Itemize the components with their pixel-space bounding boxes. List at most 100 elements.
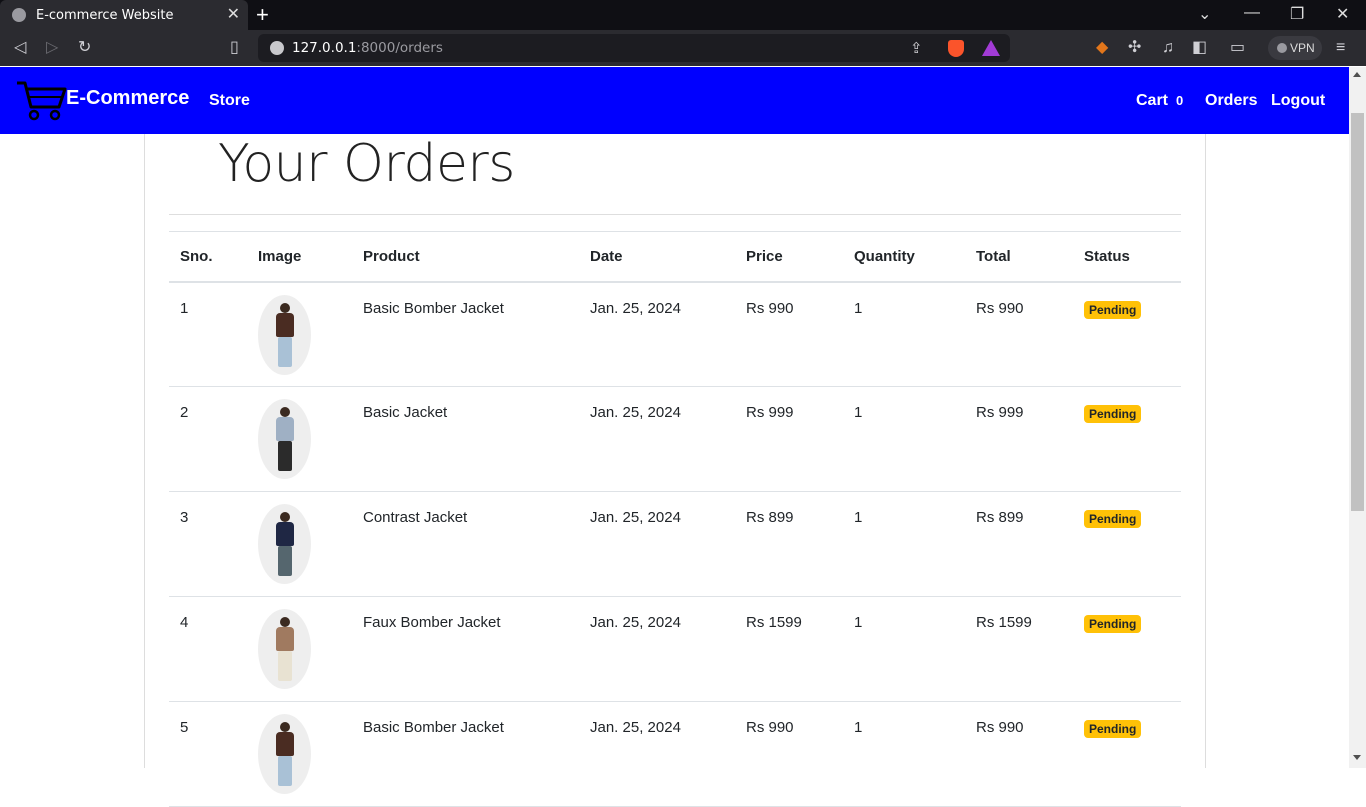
window-close-icon[interactable]: ✕ bbox=[1336, 4, 1349, 24]
tab-list-chevron-icon[interactable]: ⌄ bbox=[1198, 4, 1211, 24]
status-badge: Pending bbox=[1084, 510, 1142, 528]
cell-price: Rs 990 bbox=[735, 281, 843, 387]
column-header: Price bbox=[735, 231, 843, 283]
nav-store-link[interactable]: Store bbox=[209, 92, 250, 110]
site-info-icon[interactable] bbox=[270, 41, 284, 55]
nav-cart-link[interactable]: Cart 0 bbox=[1136, 92, 1183, 110]
cell-date: Jan. 25, 2024 bbox=[579, 386, 735, 492]
cell-status: Pending bbox=[1073, 491, 1181, 597]
cell-price: Rs 990 bbox=[735, 701, 843, 807]
cell-status: Pending bbox=[1073, 386, 1181, 492]
scrollbar-thumb[interactable] bbox=[1351, 113, 1364, 511]
product-image[interactable] bbox=[258, 504, 311, 584]
browser-toolbar: ◁ ▷ ↻ ▯ 127.0.0.1:8000/orders ⇪ ◆ ✣ ♫ ◧ … bbox=[0, 30, 1366, 66]
page-title: Your Orders bbox=[218, 134, 515, 194]
figure-pants bbox=[278, 651, 292, 681]
cell-status: Pending bbox=[1073, 596, 1181, 702]
figure-head bbox=[280, 302, 290, 313]
cell-quantity: 1 bbox=[843, 281, 965, 387]
cell-sno: 5 bbox=[169, 701, 247, 807]
figure-head bbox=[280, 407, 290, 417]
restore-icon[interactable]: ❐ bbox=[1290, 4, 1304, 24]
status-badge: Pending bbox=[1084, 405, 1142, 423]
tab-close-icon[interactable]: ✕ bbox=[227, 6, 240, 24]
new-tab-icon[interactable]: + bbox=[256, 2, 269, 28]
nav-logout-link[interactable]: Logout bbox=[1271, 92, 1325, 110]
cell-date: Jan. 25, 2024 bbox=[579, 596, 735, 702]
wallet-icon[interactable]: ▭ bbox=[1230, 38, 1245, 58]
cell-price: Rs 999 bbox=[735, 386, 843, 492]
product-image[interactable] bbox=[258, 294, 311, 375]
cell-total: Rs 990 bbox=[965, 281, 1073, 387]
bookmark-icon[interactable]: ▯ bbox=[230, 38, 239, 58]
cell-product: Basic Jacket bbox=[352, 386, 579, 492]
cell-status: Pending bbox=[1073, 281, 1181, 387]
globe-icon bbox=[12, 8, 26, 22]
cell-total: Rs 990 bbox=[965, 701, 1073, 807]
media-icon[interactable]: ♫ bbox=[1162, 38, 1174, 58]
table-row: 1 Basic Bomber Jacket Jan. 25, 2024 Rs 990 1… bbox=[169, 281, 1181, 387]
figure-pants bbox=[278, 546, 292, 576]
scroll-up-arrow-icon[interactable] bbox=[1353, 72, 1361, 77]
figure-head bbox=[280, 722, 290, 732]
cell-sno: 2 bbox=[169, 386, 247, 492]
cell-sno: 3 bbox=[169, 491, 247, 597]
brand-name[interactable]: E-Commerce bbox=[66, 87, 189, 110]
cell-image bbox=[247, 386, 352, 492]
column-header: Total bbox=[965, 231, 1073, 283]
scroll-down-arrow-icon[interactable] bbox=[1353, 755, 1361, 760]
status-badge: Pending bbox=[1084, 720, 1142, 738]
cell-image bbox=[247, 701, 352, 807]
metamask-icon[interactable]: ◆ bbox=[1096, 38, 1108, 58]
column-header: Sno. bbox=[169, 231, 247, 283]
cell-product: Basic Bomber Jacket bbox=[352, 701, 579, 807]
cell-quantity: 1 bbox=[843, 596, 965, 702]
cell-image bbox=[247, 596, 352, 702]
browser-tab[interactable]: E-commerce Website ✕ bbox=[0, 0, 248, 30]
cell-sno: 4 bbox=[169, 596, 247, 702]
cart-logo-icon[interactable] bbox=[15, 79, 67, 121]
nav-cart-label: Cart bbox=[1136, 92, 1169, 109]
brave-shields-icon[interactable] bbox=[948, 40, 964, 57]
cell-quantity: 1 bbox=[843, 491, 965, 597]
cell-total: Rs 1599 bbox=[965, 596, 1073, 702]
column-header: Status bbox=[1073, 231, 1181, 283]
vpn-button[interactable]: VPN bbox=[1268, 36, 1322, 60]
figure-jacket bbox=[276, 417, 294, 441]
column-header: Image bbox=[247, 231, 352, 283]
figure-head bbox=[280, 617, 290, 627]
figure-pants bbox=[278, 336, 292, 367]
forward-icon[interactable]: ▷ bbox=[46, 38, 58, 58]
table-row: 5 Basic Bomber Jacket Jan. 25, 2024 Rs 990 1… bbox=[169, 701, 1181, 807]
table-header-row: Sno. Image Product Date Price Quantity T… bbox=[169, 231, 1181, 283]
reload-icon[interactable]: ↻ bbox=[78, 38, 91, 58]
sidebar-icon[interactable]: ◧ bbox=[1192, 38, 1207, 58]
figure-pants bbox=[278, 756, 292, 786]
product-image[interactable] bbox=[258, 714, 311, 794]
figure-jacket bbox=[276, 312, 294, 337]
product-image[interactable] bbox=[258, 609, 311, 689]
column-header: Date bbox=[579, 231, 735, 283]
tab-title: E-commerce Website bbox=[36, 7, 174, 23]
nav-orders-link[interactable]: Orders bbox=[1205, 92, 1257, 110]
minimize-icon[interactable]: — bbox=[1244, 4, 1260, 22]
menu-icon[interactable]: ≡ bbox=[1336, 38, 1345, 58]
divider bbox=[169, 214, 1181, 215]
brave-rewards-icon[interactable] bbox=[982, 40, 1000, 56]
orders-table: Sno. Image Product Date Price Quantity T… bbox=[169, 231, 1181, 807]
cell-product: Contrast Jacket bbox=[352, 491, 579, 597]
figure-pants bbox=[278, 441, 292, 471]
share-icon[interactable]: ⇪ bbox=[910, 39, 923, 57]
product-image[interactable] bbox=[258, 399, 311, 479]
cell-price: Rs 899 bbox=[735, 491, 843, 597]
page-scrollbar[interactable] bbox=[1349, 67, 1366, 768]
column-header: Product bbox=[352, 231, 579, 283]
address-bar[interactable]: 127.0.0.1:8000/orders ⇪ bbox=[258, 34, 1010, 62]
table-row: 4 Faux Bomber Jacket Jan. 25, 2024 Rs 1599 1… bbox=[169, 596, 1181, 702]
extensions-icon[interactable]: ✣ bbox=[1128, 38, 1141, 58]
back-icon[interactable]: ◁ bbox=[14, 38, 26, 58]
cell-total: Rs 899 bbox=[965, 491, 1073, 597]
cell-total: Rs 999 bbox=[965, 386, 1073, 492]
figure-jacket bbox=[276, 627, 294, 651]
figure-jacket bbox=[276, 522, 294, 546]
